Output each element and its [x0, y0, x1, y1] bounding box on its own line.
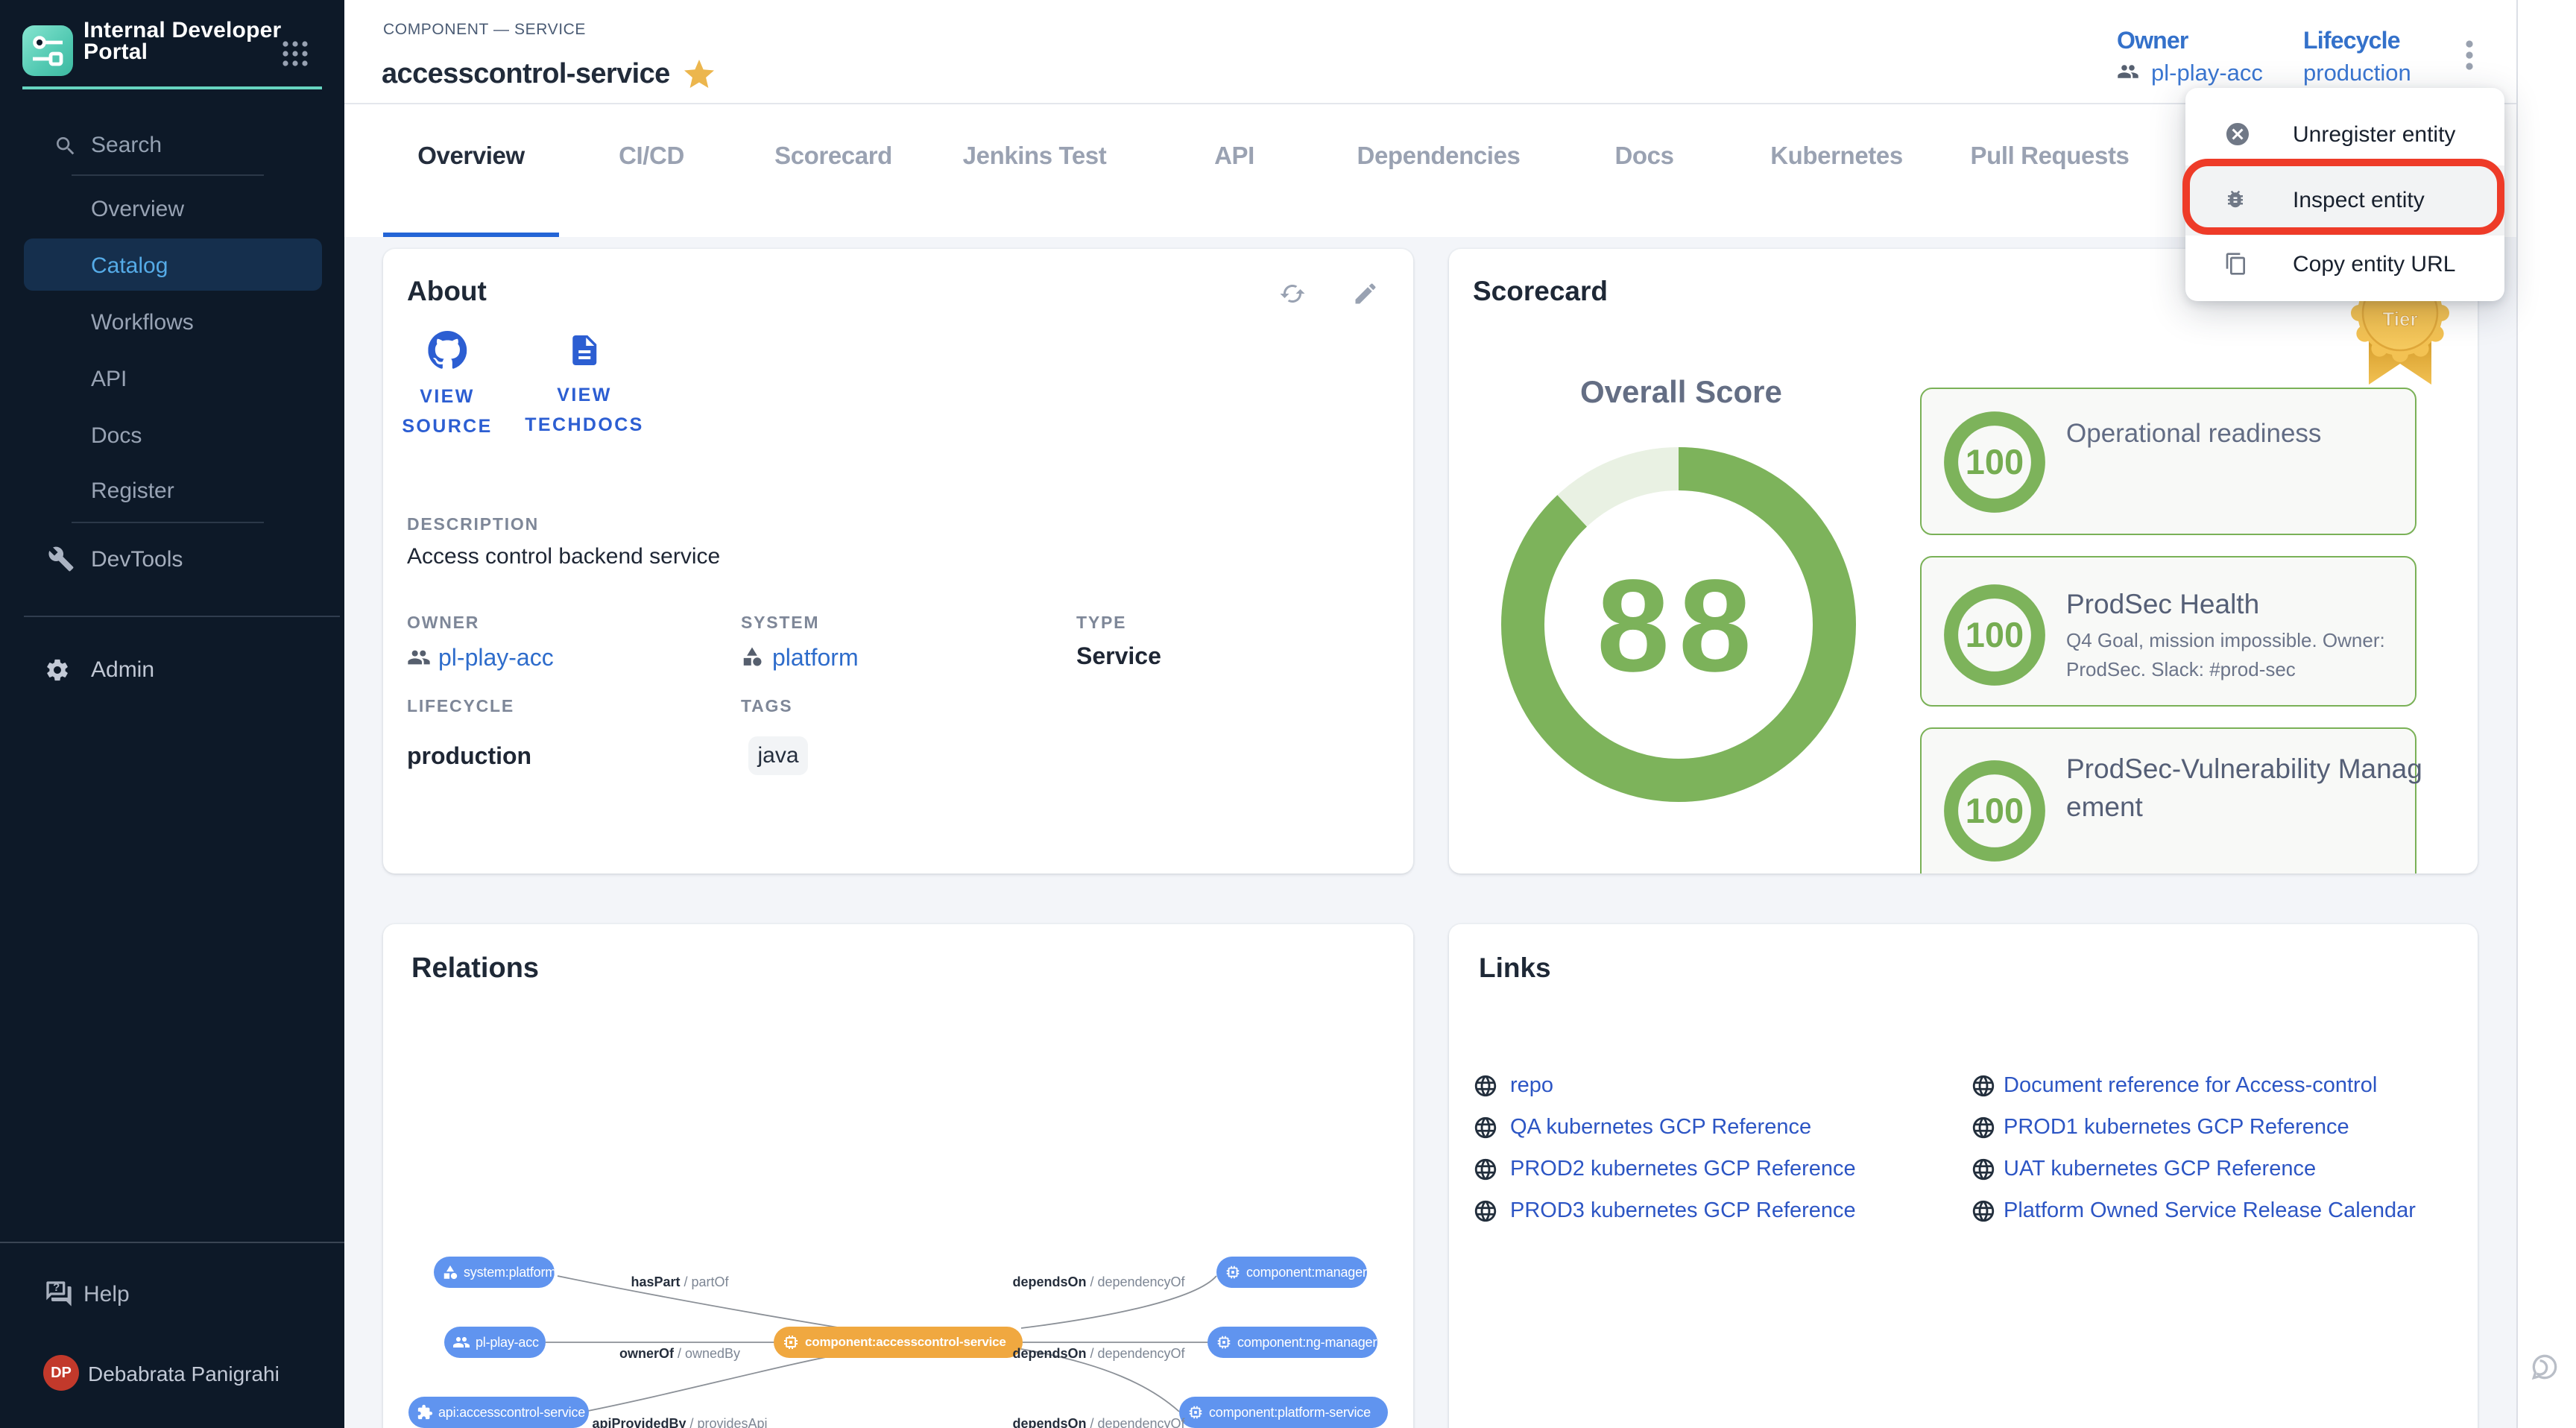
- svg-text:100: 100: [1966, 791, 2024, 830]
- svg-text:?: ?: [53, 1281, 60, 1294]
- svg-text:88: 88: [1597, 553, 1761, 699]
- svg-text:100: 100: [1966, 442, 2024, 481]
- svg-text:Tier: Tier: [2382, 308, 2417, 330]
- svg-text:100: 100: [1966, 615, 2024, 654]
